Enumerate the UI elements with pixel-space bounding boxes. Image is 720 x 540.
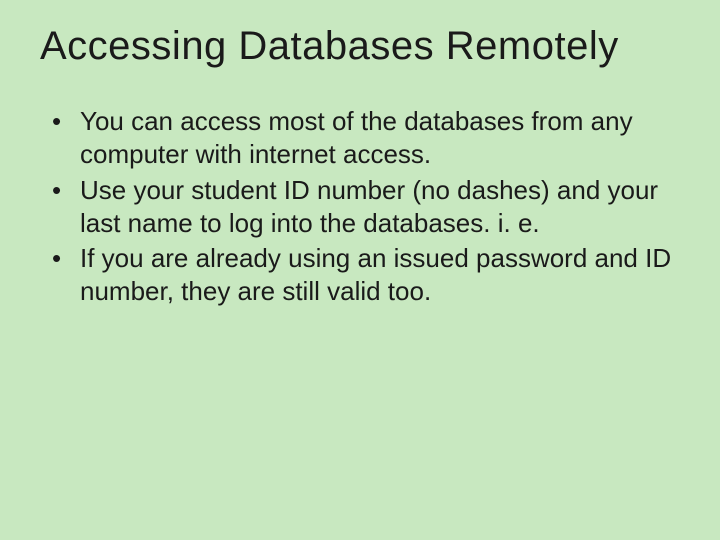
list-item: You can access most of the databases fro… [52,105,680,172]
slide: Accessing Databases Remotely You can acc… [0,0,720,351]
bullet-list: You can access most of the databases fro… [40,105,680,309]
slide-title: Accessing Databases Remotely [40,24,680,69]
list-item: If you are already using an issued passw… [52,242,680,309]
list-item: Use your student ID number (no dashes) a… [52,174,680,241]
